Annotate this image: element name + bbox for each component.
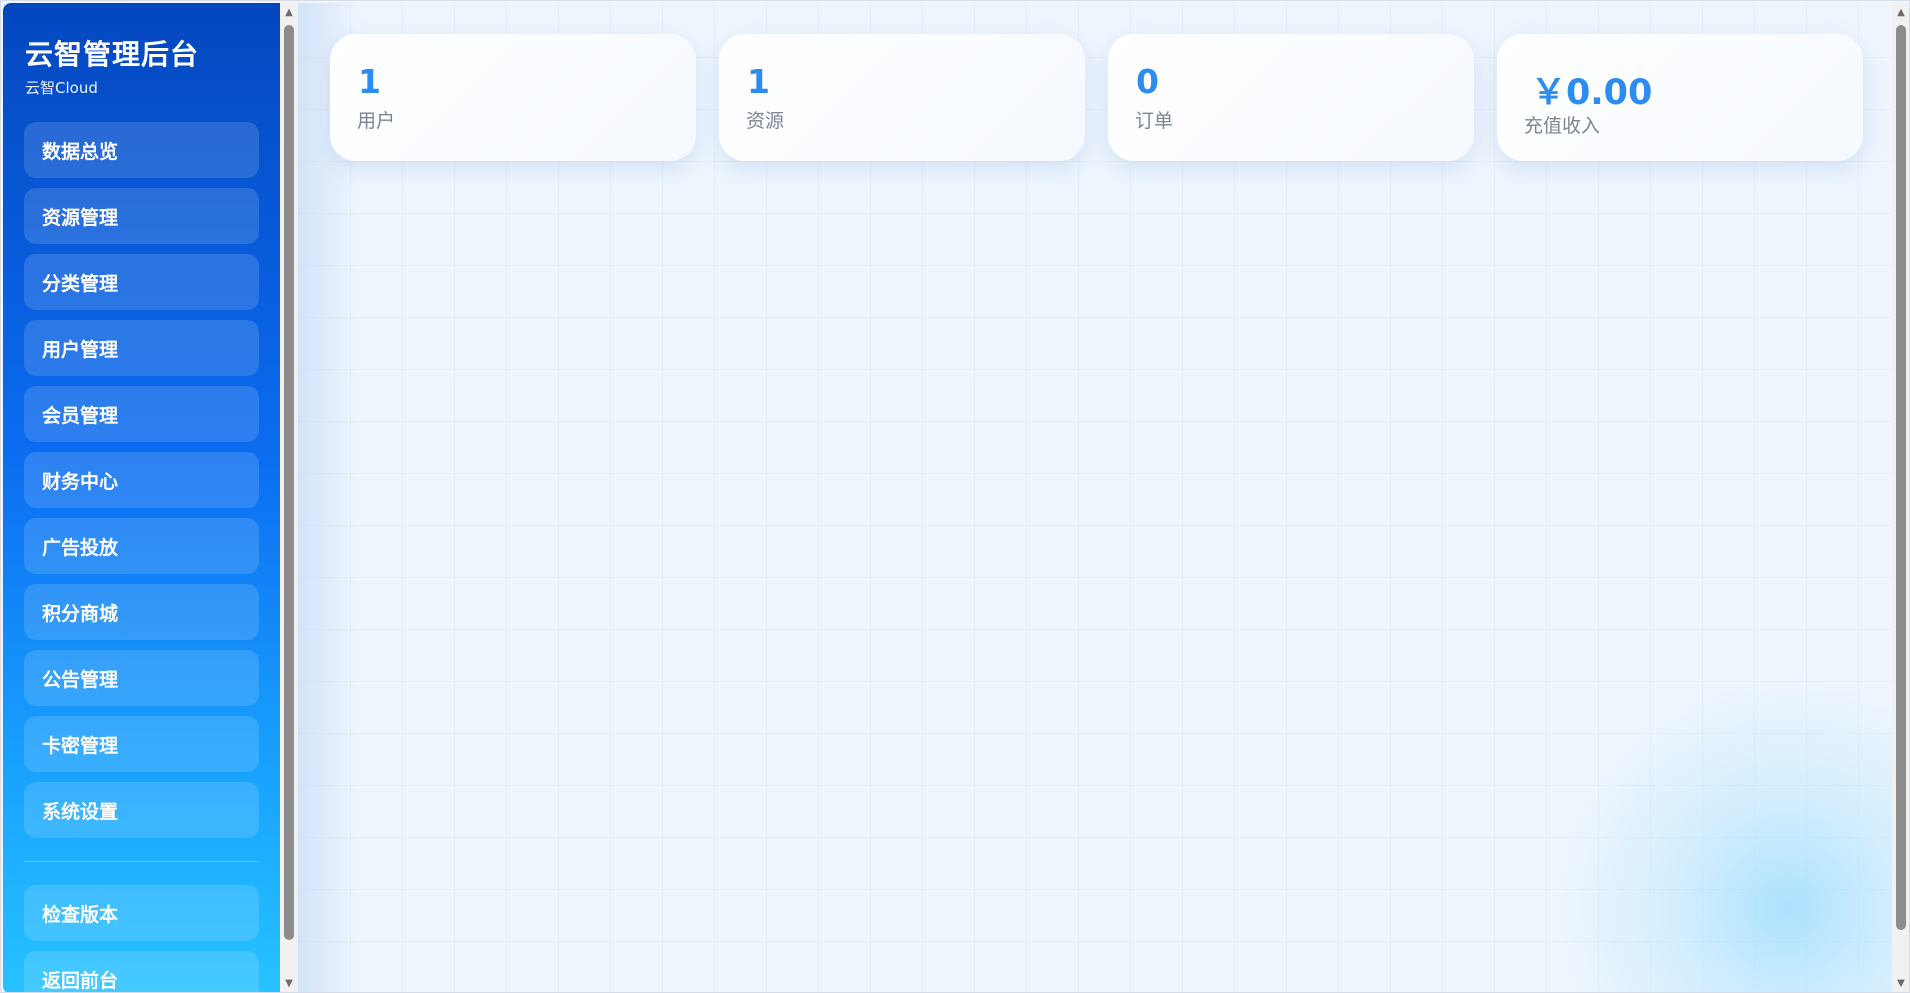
stat-card-users: 1 用户 (330, 34, 696, 161)
stat-label: 资源 (746, 110, 785, 132)
scroll-down-arrow-icon[interactable]: ▼ (1892, 976, 1909, 992)
sidebar-item-finance[interactable]: 财务中心 (24, 452, 259, 508)
sidebar-item-categories[interactable]: 分类管理 (24, 254, 259, 310)
stat-card-orders: 0 订单 (1108, 34, 1474, 161)
sidebar-item-label: 公告管理 (42, 668, 119, 691)
stat-label: 用户 (357, 110, 396, 132)
sidebar-item-label: 用户管理 (42, 338, 119, 361)
stat-value: 1 (747, 62, 770, 101)
brand-subtitle: 云智Cloud (25, 79, 98, 97)
sidebar-item-label: 系统设置 (42, 800, 119, 823)
sidebar: 云智管理后台 云智Cloud 数据总览 资源管理 分类管理 用户管理 会员管理 … (3, 3, 280, 992)
sidebar-item-label: 会员管理 (42, 404, 119, 427)
sidebar-bottom-nav: 检查版本 返回前台 (24, 885, 259, 992)
sidebar-item-users[interactable]: 用户管理 (24, 320, 259, 376)
stat-value: 1 (358, 62, 381, 101)
stat-card-recharge-income: ￥0.00 充值收入 (1497, 34, 1863, 161)
stat-card-resources: 1 资源 (719, 34, 1085, 161)
stat-value: 0 (1136, 62, 1159, 101)
scroll-up-arrow-icon[interactable]: ▲ (280, 5, 298, 21)
sidebar-item-label: 财务中心 (42, 470, 119, 493)
stat-label: 订单 (1135, 110, 1174, 132)
sidebar-item-points-mall[interactable]: 积分商城 (24, 584, 259, 640)
sidebar-item-label: 资源管理 (42, 206, 119, 229)
check-version-button[interactable]: 检查版本 (24, 885, 259, 941)
scroll-down-arrow-icon[interactable]: ▼ (280, 976, 298, 992)
sidebar-item-announcements[interactable]: 公告管理 (24, 650, 259, 706)
sidebar-item-settings[interactable]: 系统设置 (24, 782, 259, 838)
sidebar-item-label: 积分商城 (42, 602, 119, 625)
main-scrollbar-thumb[interactable] (1896, 25, 1906, 930)
scroll-up-arrow-icon[interactable]: ▲ (1892, 5, 1909, 21)
sidebar-item-label: 广告投放 (42, 536, 119, 559)
sidebar-item-label: 返回前台 (42, 969, 119, 992)
sidebar-item-label: 数据总览 (42, 140, 119, 163)
sidebar-scrollbar[interactable]: ▲ ▼ (280, 3, 298, 992)
sidebar-item-label: 检查版本 (42, 903, 119, 926)
back-to-frontend-button[interactable]: 返回前台 (24, 951, 259, 992)
sidebar-scrollbar-thumb[interactable] (284, 25, 294, 940)
sidebar-item-ads[interactable]: 广告投放 (24, 518, 259, 574)
app-window: 云智管理后台 云智Cloud 数据总览 资源管理 分类管理 用户管理 会员管理 … (0, 0, 1910, 993)
sidebar-item-members[interactable]: 会员管理 (24, 386, 259, 442)
stat-value: ￥0.00 (1531, 73, 1653, 113)
sidebar-nav: 数据总览 资源管理 分类管理 用户管理 会员管理 财务中心 广告投放 积分商城 … (24, 122, 259, 848)
brand-title: 云智管理后台 (25, 38, 200, 71)
sidebar-item-card-keys[interactable]: 卡密管理 (24, 716, 259, 772)
sidebar-item-resources[interactable]: 资源管理 (24, 188, 259, 244)
sidebar-divider (24, 861, 259, 862)
main-scrollbar[interactable]: ▲ ▼ (1892, 3, 1909, 992)
sidebar-item-label: 卡密管理 (42, 734, 119, 757)
sidebar-item-label: 分类管理 (42, 272, 119, 295)
stat-label: 充值收入 (1524, 115, 1601, 137)
sidebar-item-dashboard[interactable]: 数据总览 (24, 122, 259, 178)
main-content: 1 用户 1 资源 0 订单 ￥0.00 充值收入 (298, 3, 1892, 992)
